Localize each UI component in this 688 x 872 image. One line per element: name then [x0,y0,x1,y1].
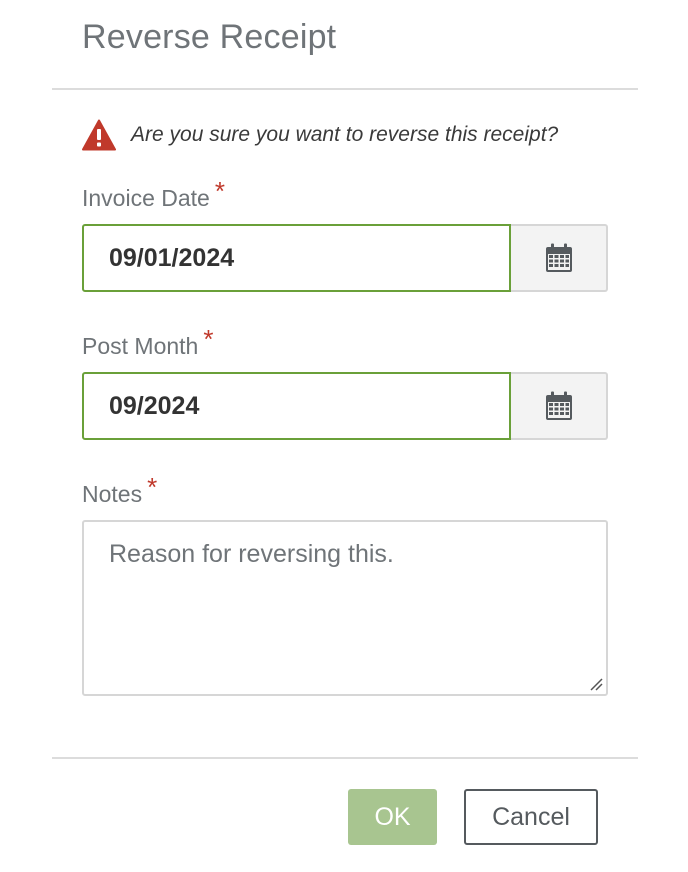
warning-message: Are you sure you want to reverse this re… [131,123,559,146]
warning-triangle-icon [82,119,116,151]
invoice-date-group: 09/01/2024 [82,224,608,292]
notes-value: Reason for reversing this. [109,540,394,568]
calendar-icon [545,243,572,272]
warning-row: Are you sure you want to reverse this re… [82,118,558,152]
required-marker: * [214,176,225,206]
cancel-button[interactable]: Cancel [464,789,598,845]
post-month-value: 09/2024 [109,391,200,420]
invoice-date-label: Invoice Date * [82,176,225,213]
invoice-date-calendar-button[interactable] [511,224,608,292]
dialog-title: Reverse Receipt [82,18,337,56]
post-month-group: 09/2024 [82,372,608,440]
required-marker: * [147,472,158,502]
notes-label: Notes * [82,472,157,509]
post-month-label: Post Month * [82,324,213,361]
invoice-date-value: 09/01/2024 [109,243,235,272]
invoice-date-input[interactable]: 09/01/2024 [82,224,512,292]
calendar-icon [545,391,572,420]
post-month-label-text: Post Month [82,333,199,359]
post-month-calendar-button[interactable] [511,372,608,440]
invoice-date-label-text: Invoice Date [82,185,210,211]
header-divider [52,88,638,90]
required-marker: * [203,324,214,354]
resize-grip-icon[interactable] [589,677,603,691]
footer-divider [52,757,638,759]
post-month-input[interactable]: 09/2024 [82,372,512,440]
ok-button[interactable]: OK [348,789,437,845]
notes-textarea[interactable]: Reason for reversing this. [82,520,608,696]
reverse-receipt-dialog: Reverse Receipt Are you sure you want to… [0,0,688,872]
notes-label-text: Notes [82,481,143,507]
